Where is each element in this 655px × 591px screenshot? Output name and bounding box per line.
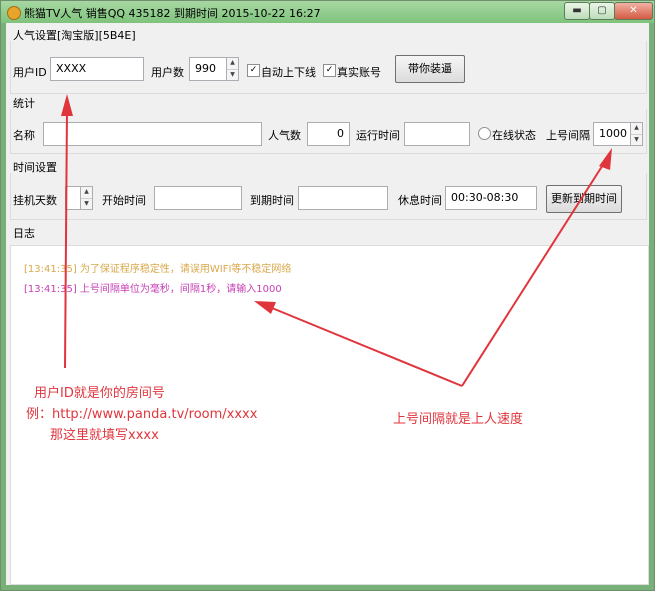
annotation-user-id-line3: 那这里就填写xxxx [50, 428, 159, 443]
annotation-user-id-line2: 例：http://www.panda.tv/room/xxxx [26, 407, 258, 422]
annotation-arrows [61, 94, 612, 387]
annotation-interval: 上号间隔就是上人速度 [393, 412, 524, 427]
arrow-to-interval [461, 159, 607, 387]
arrow-to-user-id [64, 107, 68, 369]
arrowhead-interval [599, 148, 612, 170]
arrow-to-log [271, 307, 463, 387]
annotation-user-id-line1: 用户ID就是你的房间号 [34, 386, 165, 401]
arrowhead-user-id [61, 94, 73, 116]
arrowhead-log [254, 301, 276, 314]
